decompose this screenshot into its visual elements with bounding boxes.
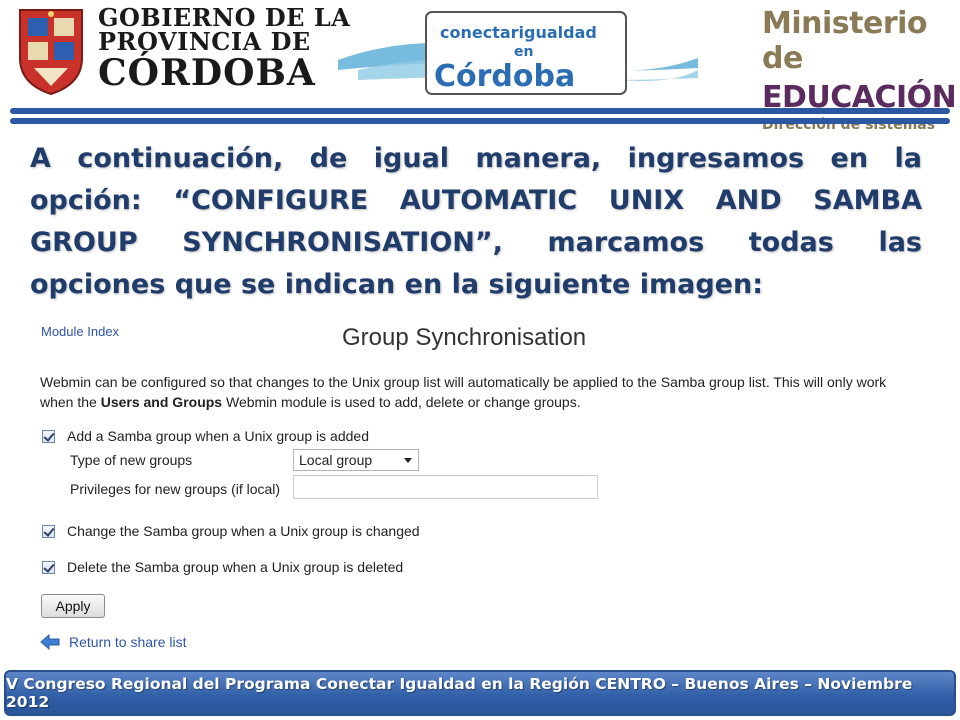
add-group-row: Add a Samba group when a Unix group is a… xyxy=(42,428,369,444)
type-select-value: Local group xyxy=(299,452,373,468)
add-group-label: Add a Samba group when a Unix group is a… xyxy=(67,428,369,444)
change-group-label: Change the Samba group when a Unix group… xyxy=(67,523,420,539)
type-select[interactable]: Local group xyxy=(293,449,419,471)
conectar-igualdad-logo: conectarigualdad en Córdoba xyxy=(338,11,698,95)
gov-line2: PROVINCIA DE xyxy=(98,27,311,56)
module-index-link[interactable]: Module Index xyxy=(41,324,119,339)
footer-banner: V Congreso Regional del Programa Conecta… xyxy=(4,670,956,716)
description: Webmin can be configured so that changes… xyxy=(40,372,920,412)
page-title: Group Synchronisation xyxy=(342,324,587,351)
privileges-label: Privileges for new groups (if local) xyxy=(70,481,281,497)
chevron-down-icon xyxy=(404,458,412,463)
delete-group-label: Delete the Samba group when a Unix group… xyxy=(67,559,404,575)
conectar-line1: conectarigualdad xyxy=(440,23,597,42)
footer-text: V Congreso Regional del Programa Conecta… xyxy=(6,675,913,711)
description-end: Webmin module is used to add, delete or … xyxy=(222,394,581,410)
change-group-row: Change the Samba group when a Unix group… xyxy=(42,523,420,539)
delete-group-checkbox[interactable] xyxy=(42,560,55,574)
apply-button[interactable]: Apply xyxy=(41,594,105,618)
gov-line3: CÓRDOBA xyxy=(98,52,316,94)
header: GOBIERNO DE LA PROVINCIA DE CÓRDOBA cone… xyxy=(0,0,960,133)
privileges-input[interactable] xyxy=(293,475,598,499)
type-label: Type of new groups xyxy=(70,452,193,468)
add-group-checkbox[interactable] xyxy=(42,429,55,443)
gov-title: GOBIERNO DE LA PROVINCIA DE CÓRDOBA xyxy=(98,6,350,94)
header-divider xyxy=(10,108,950,114)
header-divider-secondary xyxy=(10,118,950,124)
ministerio-line1: Ministerio de xyxy=(762,6,928,76)
back-arrow-icon[interactable] xyxy=(40,634,60,650)
webmin-screenshot: Module Index Group Synchronisation Webmi… xyxy=(30,316,930,666)
return-link[interactable]: Return to share list xyxy=(69,634,187,650)
conectar-line2: en xyxy=(514,44,533,60)
conectar-line3: Córdoba xyxy=(434,59,575,94)
delete-group-row: Delete the Samba group when a Unix group… xyxy=(42,559,403,575)
change-group-checkbox[interactable] xyxy=(42,524,55,538)
return-row[interactable]: Return to share list xyxy=(40,634,187,650)
intro-paragraph: A continuación, de igual manera, ingresa… xyxy=(30,143,922,300)
cordoba-shield-icon xyxy=(19,9,83,96)
description-module-name: Users and Groups xyxy=(100,394,223,410)
